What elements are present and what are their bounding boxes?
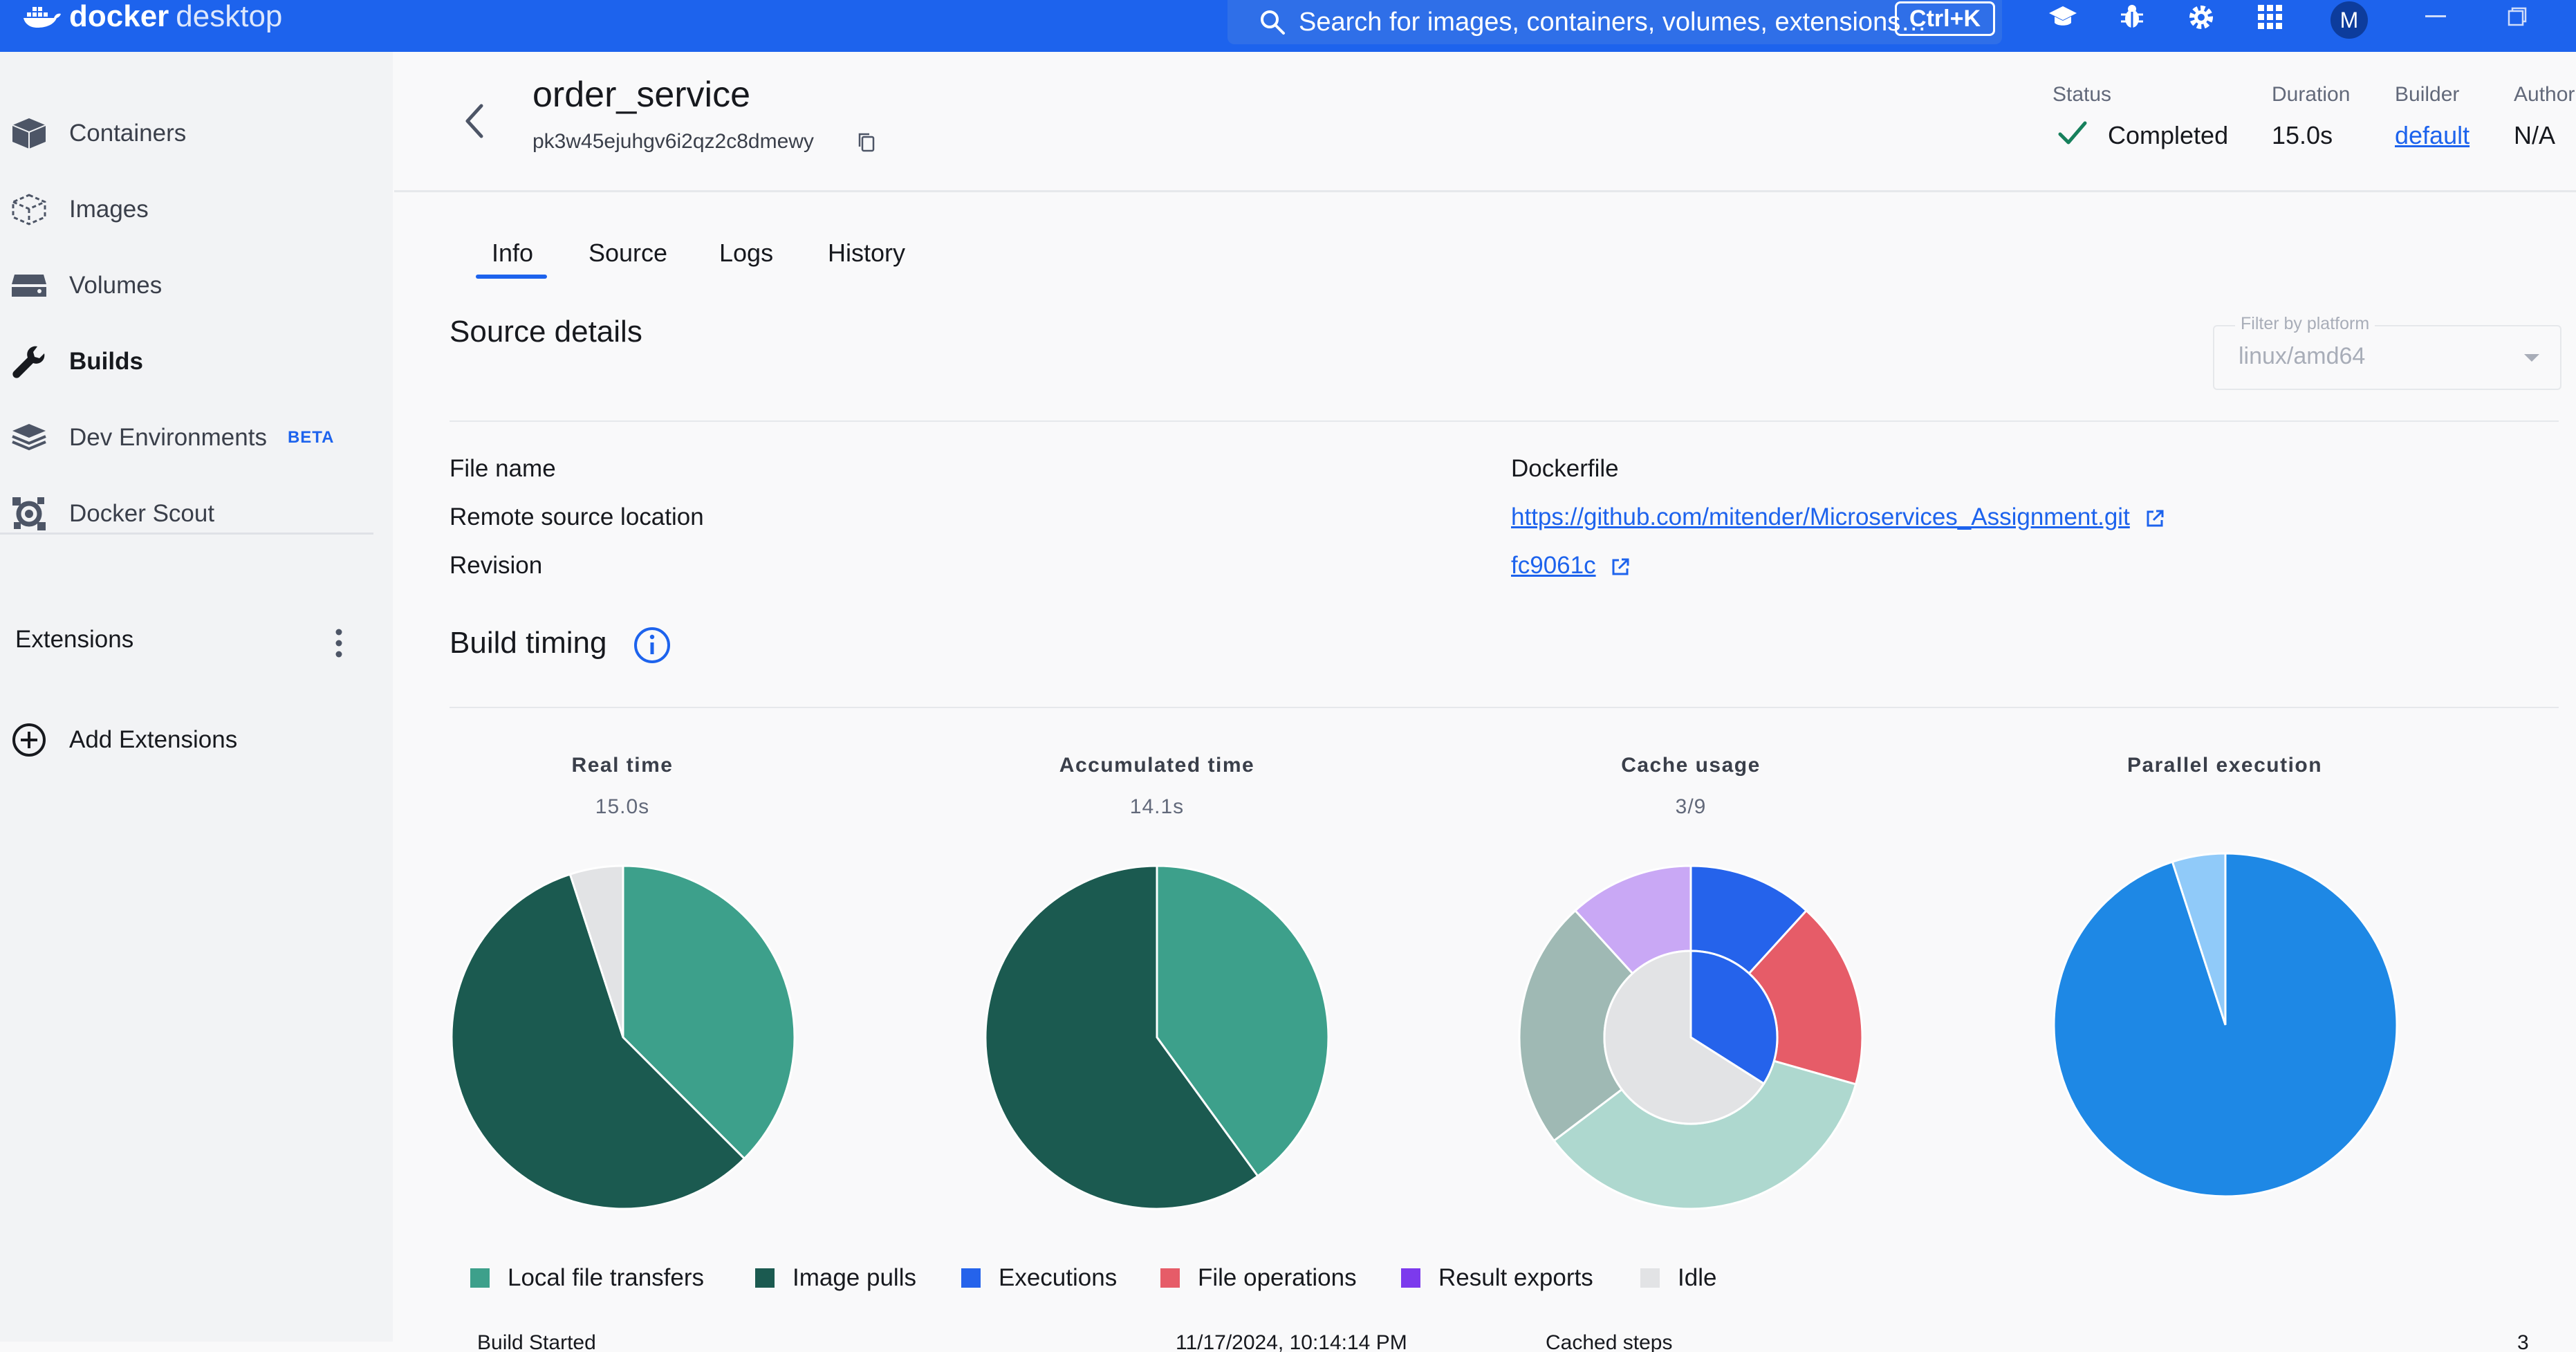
legend-swatch xyxy=(961,1268,981,1288)
build-timing-charts xyxy=(450,852,2398,1210)
legend-label: Result exports xyxy=(1438,1264,1593,1291)
legend-label: Image pulls xyxy=(793,1264,916,1291)
legend-swatch xyxy=(755,1268,775,1288)
legend-item: Image pulls xyxy=(755,1264,916,1292)
legend-swatch xyxy=(1640,1268,1660,1288)
cached-steps-label: Cached steps xyxy=(1546,1331,1673,1352)
legend-label: Local file transfers xyxy=(508,1264,705,1291)
legend-swatch xyxy=(1160,1268,1180,1288)
build-stats-row: Build Started 11/17/2024, 10:14:14 PM Ca… xyxy=(0,1331,2576,1352)
legend-item: Local file transfers xyxy=(470,1264,704,1292)
legend-item: Result exports xyxy=(1401,1264,1593,1292)
build-started-label: Build Started xyxy=(477,1331,596,1352)
legend-label: Idle xyxy=(1678,1264,1717,1291)
legend-item: File operations xyxy=(1160,1264,1357,1292)
legend-swatch xyxy=(470,1268,490,1288)
legend-label: File operations xyxy=(1198,1264,1357,1291)
legend-item: Executions xyxy=(961,1264,1117,1292)
cached-steps-value: 3 xyxy=(2517,1331,2529,1352)
legend-swatch xyxy=(1401,1268,1420,1288)
legend-label: Executions xyxy=(999,1264,1118,1291)
build-started-time: 11/17/2024, 10:14:14 PM xyxy=(1176,1331,1407,1352)
legend-item: Idle xyxy=(1640,1264,1716,1292)
